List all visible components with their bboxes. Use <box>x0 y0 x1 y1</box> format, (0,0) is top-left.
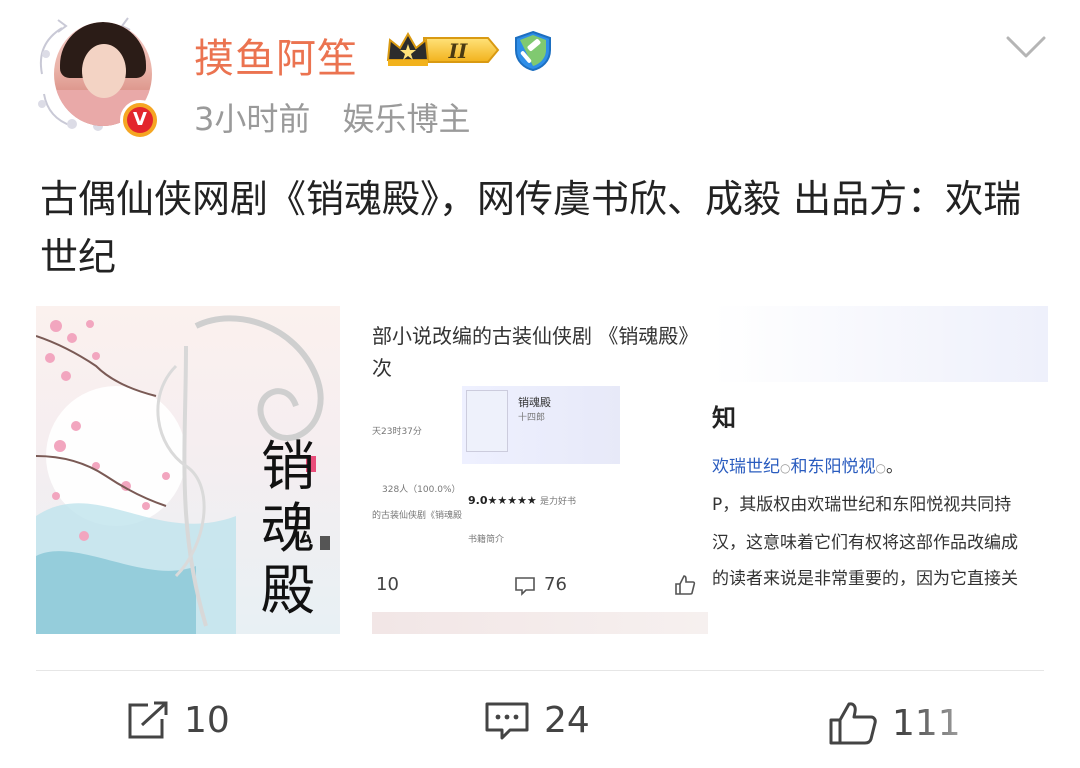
stat-left: 10 <box>376 574 399 595</box>
username[interactable]: 摸鱼阿笙 <box>194 26 358 84</box>
thumbs-up-icon <box>829 702 877 745</box>
stat-comments: 76 <box>544 574 567 595</box>
time-text: 天23时37分 <box>372 427 422 437</box>
score-text: 9.0★★★★★ <box>468 494 537 507</box>
gavel-shield-icon <box>515 30 551 72</box>
divider <box>36 670 1044 671</box>
section-text: 书籍简介 <box>468 535 505 545</box>
chevron-down-icon[interactable] <box>1006 34 1046 60</box>
poster-title: 销魂殿 <box>261 435 315 622</box>
count-text: 328人（100.0%） <box>382 485 461 495</box>
forward-count: 10 <box>184 700 230 741</box>
screenshot3-heading: 知 <box>712 404 736 432</box>
desc-text: 的古装仙侠剧《销魂殿 <box>372 511 463 521</box>
user-tag: 娱乐博主 <box>342 100 471 138</box>
forward-button[interactable]: 10 <box>126 700 230 741</box>
crown-level-badge-icon: II <box>386 31 500 66</box>
comment-icon <box>485 702 529 739</box>
book-title: 销魂殿 <box>518 396 551 409</box>
screenshot3-line-1: 欢瑞世纪○和东阳悦视○。 <box>712 457 903 477</box>
post-image-poster[interactable]: 销魂殿 <box>36 306 340 634</box>
good-book-text: 是力好书 <box>540 497 577 507</box>
book-author: 十四郎 <box>518 413 546 423</box>
screenshot3-line-2: P，其版权由欢瑞世纪和东阳悦视共同持 <box>712 495 1012 515</box>
screenshot-heading-2: 次 <box>372 356 392 380</box>
post-meta: 3小时前 娱乐博主 <box>194 94 493 140</box>
weibo-post: V 摸鱼阿笙 II 3小时前 娱乐博主 古偶仙侠网剧《销魂殿》，网传虞书欣、成毅… <box>0 0 1080 768</box>
post-text: 古偶仙侠网剧《销魂殿》，网传虞书欣、成毅 出品方：欢瑞世纪 <box>40 177 1022 279</box>
comment-count: 24 <box>544 700 590 741</box>
avatar[interactable]: V <box>32 14 164 140</box>
book-cover <box>466 390 508 452</box>
screenshot3-line-3: 汉，这意味着它们有权将这部作品改编成 <box>712 533 1018 553</box>
comment-button[interactable]: 24 <box>484 700 590 741</box>
level-text: II <box>448 39 468 63</box>
comment-icon <box>515 577 535 596</box>
post-image-screenshot-3[interactable]: 知 欢瑞世纪○和东阳悦视○。 P，其版权由欢瑞世纪和东阳悦视共同持 汉，这意味着… <box>712 306 1048 634</box>
screenshot-heading: 部小说改编的古装仙侠剧 《销魂殿》 <box>372 324 699 348</box>
post-time: 3小时前 <box>194 100 311 138</box>
post-image-screenshot-2[interactable]: 部小说改编的古装仙侠剧 《销魂殿》 次 销魂殿 十四郎 天23时37分 328人… <box>372 306 708 634</box>
verified-v-badge: V <box>120 100 160 140</box>
screenshot3-line-4: 的读者来说是非常重要的，因为它直接关 <box>712 569 1018 589</box>
share-icon <box>128 701 168 738</box>
like-icon <box>675 575 696 595</box>
